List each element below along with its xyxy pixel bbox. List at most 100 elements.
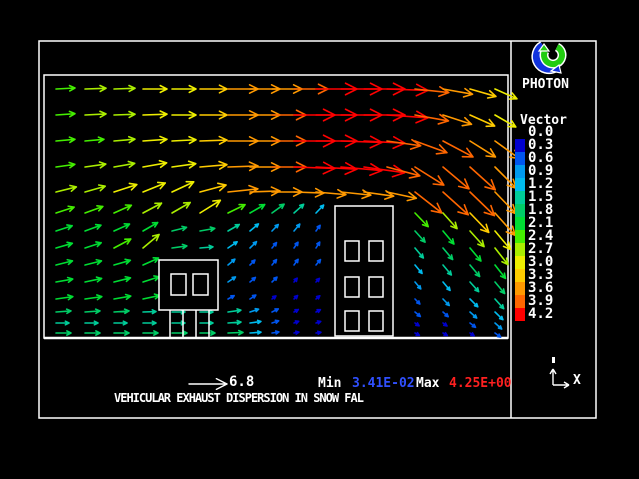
vector-arrow [85,331,100,335]
vector-arrow [469,298,479,308]
vector-arrow [171,200,192,216]
vector-arrow [200,245,213,250]
vector-arrow [469,85,497,100]
vector-arrow [56,331,71,335]
vector-arrow [114,111,135,118]
vector-arrow [56,309,71,314]
legend-swatch [515,204,525,217]
vector-arrow [113,237,132,251]
legend-swatch [515,165,525,178]
vector-arrow [114,309,129,314]
vector-arrow [414,264,423,274]
building-window [369,311,383,331]
vector-arrow [114,321,127,325]
min-value: 3.41E-02 [352,377,415,391]
vector-arrow [55,205,75,216]
legend-swatch [515,243,525,256]
vector-arrow [56,111,75,118]
vector-arrow [142,180,167,195]
vector-arrow [250,308,259,314]
vector-arrow [85,85,106,92]
vector-arrow [315,259,322,266]
vector-arrow [440,163,472,192]
building-window [369,277,383,297]
vector-arrow [113,222,130,233]
legend-swatch [515,308,525,321]
vector-arrow [249,241,258,249]
vector-arrow [441,211,459,231]
vector-arrow [143,111,167,119]
vector-arrow [56,162,76,170]
vector-arrow [172,86,196,93]
legend-label: 4.2 [528,308,553,321]
vector-arrow [200,161,228,171]
vector-arrow [172,160,197,170]
vector-arrow [142,201,163,216]
legend-swatch [515,217,525,230]
vector-arrow [228,330,243,335]
vector-arrow [364,109,405,120]
axis-indicator-icon [550,369,569,388]
vector-arrow [249,202,266,215]
vector-arrow [315,295,321,301]
vector-arrow [249,294,256,300]
vector-arrow [143,321,156,325]
vector-arrow [228,320,241,325]
vector-arrow [114,85,135,92]
vector-arrow [468,229,486,249]
vector-arrow [272,331,279,335]
building-window [345,241,359,261]
vector-arrow [250,320,261,325]
vector-arrow [85,321,98,325]
vector-arrow [442,264,453,276]
vector-arrow [172,112,196,119]
vector-arrow [142,160,167,171]
vector-arrow [315,308,321,313]
vector-arrow [249,276,256,283]
vector-arrow [271,223,279,232]
vector-arrow [442,298,450,307]
vector-arrow [249,259,256,266]
vector-arrow [293,223,301,232]
vector-arrow [441,229,456,245]
vector-arrow [468,112,496,130]
vector-arrow [114,294,132,302]
vector-arrow [113,258,131,267]
vector-arrow [316,320,322,324]
vector-arrow [315,277,321,283]
vector-arrow [200,111,227,119]
vector-arrow [271,259,278,266]
vector-arrow [442,322,448,327]
vector-arrow [200,226,216,233]
vector-arrow [293,294,299,300]
vector-arrow [114,136,135,144]
vector-arrow [55,241,73,250]
vector-arrow [494,86,519,102]
vector-arrow [227,241,238,250]
vector-arrow [84,183,106,194]
vector-arrow [84,204,104,215]
vector-arrow [414,247,425,259]
vector-arrow [56,137,75,144]
legend-swatch [515,295,525,308]
vector-arrow [85,161,107,170]
vector-arrow [442,281,451,291]
legend-swatch [515,191,525,204]
reference-arrow [189,379,227,390]
vector-arrow [469,332,475,337]
vector-arrow [55,223,73,233]
vector-arrow [467,163,499,193]
vector-arrow [469,311,478,319]
legend-swatch [515,269,525,282]
vector-arrow [143,310,156,314]
vector-arrow [85,111,106,118]
vector-arrow [143,293,161,301]
building-window [193,274,208,295]
vector-arrow [441,247,454,261]
vector-arrow [414,298,421,305]
vector-arrow [249,223,259,232]
vector-arrow [293,320,299,325]
vector-arrow [293,308,299,313]
vector-arrow [199,181,227,195]
vector-arrow [227,258,236,266]
